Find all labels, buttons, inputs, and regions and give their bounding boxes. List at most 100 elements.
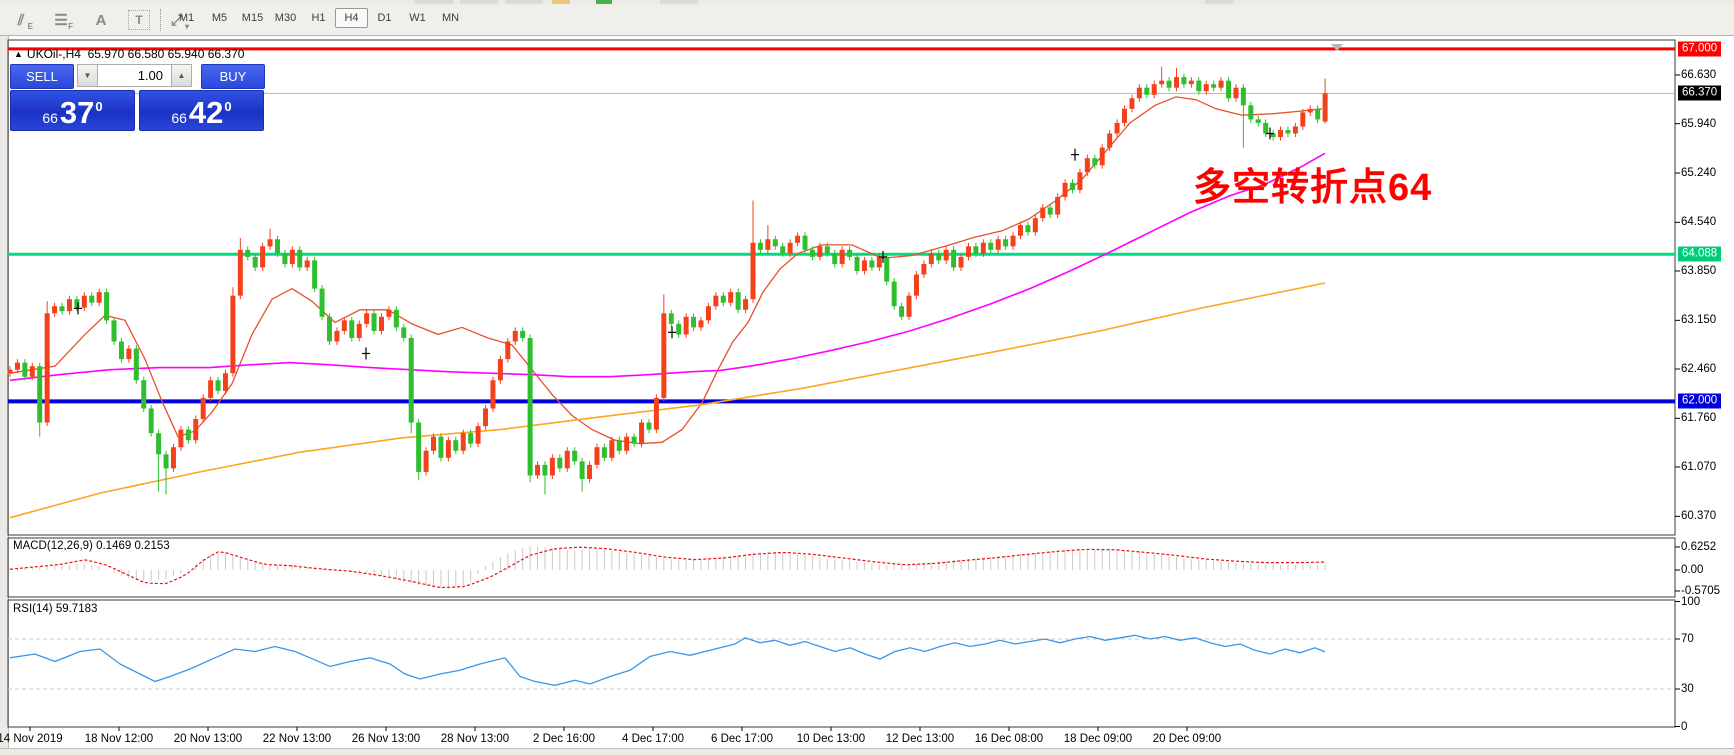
candle-body — [312, 260, 318, 289]
candle-body — [1188, 80, 1194, 85]
candle-body — [334, 330, 340, 342]
candle-body — [757, 242, 763, 250]
candle-body — [89, 295, 95, 303]
buy-price-sup: 0 — [224, 99, 232, 114]
sell-button[interactable]: SELL — [10, 64, 74, 89]
sell-price-sup: 0 — [95, 99, 103, 114]
candle-body — [1196, 80, 1202, 92]
candle-body — [1263, 122, 1269, 134]
candle-body — [861, 260, 867, 271]
candle-body — [899, 306, 905, 317]
ma-mid-line — [9, 152, 1326, 382]
candle-body — [809, 249, 815, 257]
candle-body — [319, 288, 325, 317]
candle-body — [1233, 87, 1239, 99]
candle-body — [1151, 84, 1157, 95]
candle-body — [505, 341, 511, 360]
candle-body — [1136, 87, 1142, 99]
candle-body — [616, 440, 622, 451]
volume-decrease-button[interactable]: ▼ — [77, 64, 98, 87]
candle-body — [735, 292, 741, 310]
candle-body — [37, 366, 43, 423]
candle-body — [74, 299, 80, 308]
chart-annotation-text: 多空转折点64 — [1193, 167, 1433, 209]
candle-body — [839, 249, 845, 264]
candle-body — [951, 249, 957, 268]
candle-body — [1010, 235, 1016, 247]
collapse-panel-icon[interactable]: ▲ — [14, 49, 23, 59]
candle-body — [386, 309, 392, 317]
candle-body — [185, 429, 191, 441]
candle-body — [1077, 172, 1083, 190]
candle-body — [215, 380, 221, 391]
candle-body — [356, 323, 362, 338]
candle-body — [401, 327, 407, 338]
buy-button[interactable]: BUY — [201, 64, 265, 89]
candle-body — [1025, 225, 1031, 233]
candle-body — [780, 246, 786, 254]
candle-body — [587, 464, 593, 479]
candle-body — [475, 426, 481, 444]
candle-body — [453, 440, 459, 451]
candle-body — [297, 249, 303, 268]
candle-body — [728, 292, 734, 303]
candle-body — [245, 249, 251, 257]
candle-body — [1129, 98, 1135, 109]
rsi-indicator-label: RSI(14) 59.7183 — [13, 603, 98, 615]
candle-body — [1017, 225, 1023, 236]
candle-body — [483, 408, 489, 427]
candle-body — [720, 295, 726, 303]
candle-body — [676, 323, 682, 335]
volume-increase-button[interactable]: ▲ — [171, 64, 192, 87]
candle-body — [705, 306, 711, 321]
candle-body — [14, 362, 20, 370]
panel-border-1 — [7, 537, 1676, 598]
candle-body — [1159, 80, 1165, 85]
candle-body — [601, 447, 607, 458]
candle-body — [594, 447, 600, 465]
candle-body — [468, 433, 474, 444]
candle-body — [824, 246, 830, 254]
candle-body — [274, 239, 280, 254]
candle-body — [267, 239, 273, 247]
candle-body — [208, 380, 214, 398]
candle-body — [906, 295, 912, 317]
sell-price-tile[interactable]: 66 37 0 — [10, 90, 135, 131]
candle-body — [178, 429, 184, 448]
candle-body — [661, 313, 667, 398]
candle-body — [973, 246, 979, 254]
candle-body — [1181, 77, 1187, 85]
candle-body — [1255, 119, 1261, 123]
buy-price-tile[interactable]: 66 42 0 — [139, 90, 264, 131]
candle-body — [743, 299, 749, 310]
candle-body — [7, 369, 13, 374]
candle-body — [44, 313, 50, 423]
candle-body — [52, 306, 58, 314]
candle-body — [646, 422, 652, 430]
candle-body — [1166, 80, 1172, 88]
candle-body — [542, 464, 548, 476]
volume-input[interactable] — [98, 64, 171, 87]
candle-body — [653, 397, 659, 430]
candle-body — [854, 256, 860, 271]
candle-body — [624, 436, 630, 451]
candle-body — [29, 366, 35, 377]
candle-body — [1055, 196, 1061, 215]
candle-body — [1226, 80, 1232, 99]
candle-body — [965, 246, 971, 257]
one-click-trading-panel: SELL ▼ ▲ BUY 66 37 0 66 42 0 — [10, 64, 272, 131]
candle-body — [1114, 122, 1120, 134]
candle-body — [460, 433, 466, 451]
candle-body — [683, 316, 689, 335]
candle-body — [81, 295, 87, 308]
candle-body — [802, 235, 808, 250]
candle-body — [795, 235, 801, 243]
candle-body — [1092, 158, 1098, 166]
candle-body — [995, 239, 1001, 250]
candle-body — [126, 348, 132, 360]
candle-body — [252, 256, 258, 268]
candle-body — [832, 253, 838, 264]
candle-body — [1174, 77, 1180, 88]
candle-body — [891, 281, 897, 307]
candle-body — [869, 260, 875, 268]
